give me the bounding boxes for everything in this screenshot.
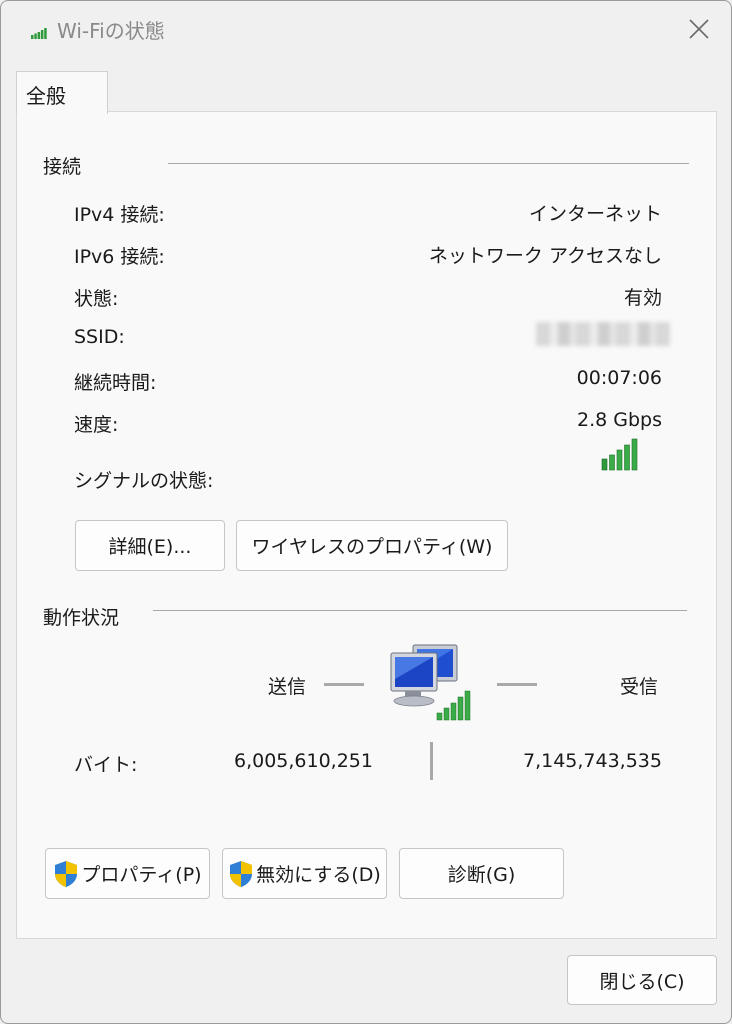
ipv4-value: インターネット [528,203,662,225]
title-bar: Wi-Fiの状態 [1,1,731,57]
close-button[interactable]: 閉じる(C) [567,955,717,1005]
speed-label: 速度: [74,414,119,436]
duration-label: 継続時間: [74,372,157,394]
tab-general-label: 全般 [26,84,66,108]
network-computers-icon [390,644,471,721]
state-value: 有効 [623,287,662,309]
bytes-received-value: 7,145,743,535 [522,750,662,772]
signal-strength-icon [601,438,638,471]
connection-divider [168,163,689,164]
properties-button-label: プロパティ(P) [81,864,202,886]
disable-button-label: 無効にする(D) [256,864,381,886]
activity-divider [153,610,687,611]
disable-button[interactable]: 無効にする(D) [222,848,387,899]
ipv4-label: IPv4 接続: [74,204,165,226]
connection-section-title: 接続 [43,156,82,178]
tab-general[interactable]: 全般 [16,71,108,114]
sent-activity-dash [324,683,364,686]
duration-value: 00:07:06 [576,367,662,389]
bytes-divider [430,742,433,780]
sent-label: 送信 [268,676,307,698]
bytes-label: バイト: [74,754,138,776]
window-title: Wi-Fiの状態 [57,19,165,43]
wifi-signal-icon [31,28,47,39]
ssid-label: SSID: [74,326,125,348]
bytes-sent-value: 6,005,610,251 [233,750,373,772]
details-button[interactable]: 詳細(E)... [75,520,225,571]
received-activity-dash [497,683,537,686]
wifi-status-dialog: Wi-Fiの状態 全般 接続 IPv4 接続: インターネット IPv6 接続:… [0,0,732,1024]
diagnose-button[interactable]: 診断(G) [399,848,564,899]
general-panel: 接続 IPv4 接続: インターネット IPv6 接続: ネットワーク アクセス… [16,111,717,939]
activity-section-title: 動作状況 [43,607,120,629]
ipv6-label: IPv6 接続: [74,246,165,268]
ssid-value-redacted [536,322,670,346]
uac-shield-icon [230,860,253,887]
state-label: 状態: [74,288,119,310]
properties-button[interactable]: プロパティ(P) [45,848,210,899]
title-close-button[interactable] [683,13,715,45]
received-label: 受信 [619,676,658,698]
wireless-properties-button[interactable]: ワイヤレスのプロパティ(W) [236,520,508,571]
uac-shield-icon [55,860,78,887]
close-icon [689,19,709,39]
speed-value: 2.8 Gbps [577,409,662,431]
ipv6-value: ネットワーク アクセスなし [428,245,662,267]
signal-label: シグナルの状態: [74,470,214,492]
